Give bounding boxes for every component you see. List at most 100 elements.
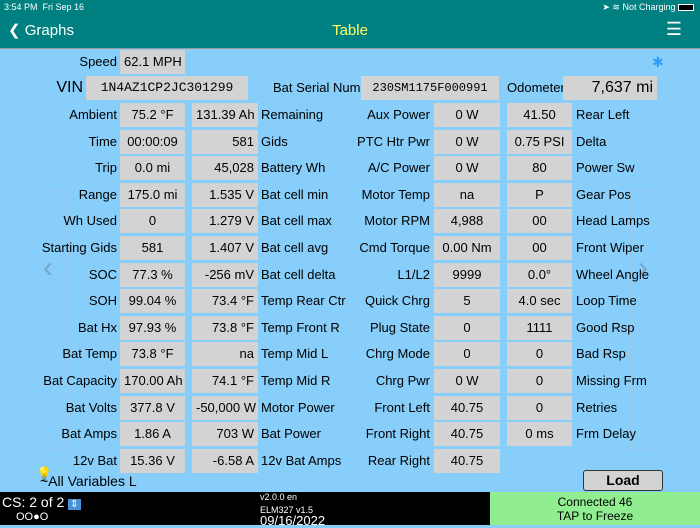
row-4-value-1: 175.0 mi: [120, 182, 185, 207]
cs-label: CS: 2 of 2: [2, 494, 65, 510]
row-1-label-2: Remaining: [261, 107, 324, 122]
row-3-label-1: Trip: [95, 160, 117, 176]
row-5-label-4: Head Lamps: [576, 213, 650, 229]
row-6-label-1: Starting Gids: [41, 240, 117, 255]
row-7-value-2: -256 mV: [192, 262, 258, 287]
row-1-label-3: Aux Power: [367, 107, 430, 122]
row-13-value-4: 0 ms: [507, 422, 572, 447]
nav-bar: ❮ Graphs Table ☰: [0, 14, 700, 48]
vin-value: 1N4AZ1CP2JC301299: [86, 76, 248, 100]
row-10-value-3: 0: [434, 342, 500, 367]
row-9-value-4: 1111: [507, 315, 572, 340]
status-date: Fri Sep 16: [42, 2, 85, 12]
row-3-label-3: A/C Power: [367, 160, 430, 176]
row-8-value-4: 4.0 sec: [507, 289, 572, 314]
status-time: 3:54 PM: [4, 2, 38, 12]
row-6-value-4: 00: [507, 236, 572, 260]
row-9-label-1: Bat Hx: [77, 319, 117, 335]
row-4-label-2: Bat cell min: [261, 186, 329, 202]
row-7-label-1: SOC: [88, 266, 117, 282]
row-5-label-1: Wh Used: [63, 213, 117, 229]
menu-icon[interactable]: ☰: [666, 19, 682, 40]
row-9-value-2: 73.8 °F: [192, 315, 258, 340]
row-10-label-1: Bat Temp: [62, 346, 117, 362]
cs-stepper[interactable]: CS: 2 of 2 ⇕: [2, 494, 81, 510]
row-5-label-2: Bat cell max: [261, 213, 332, 229]
row-12-value-4: 0: [507, 395, 572, 420]
row-9-label-4: Good Rsp: [576, 319, 635, 335]
serial-value: 230SM1175F000991: [361, 76, 499, 100]
row-1-value-1: 75.2 °F: [120, 103, 185, 127]
row-1-label-4: Rear Left: [576, 107, 630, 122]
row-8-label-1: SOH: [88, 293, 117, 309]
row-14-label-3: Rear Right: [367, 452, 430, 468]
row-9-value-3: 0: [434, 315, 500, 340]
row-14-value-2: -6.58 A: [192, 448, 258, 473]
row-4-value-3: na: [434, 182, 500, 207]
row-6-label-4: Front Wiper: [576, 240, 644, 255]
speed-label: Speed: [79, 54, 117, 69]
vin-label: VIN: [56, 79, 83, 96]
row-8-label-2: Temp Rear Ctr: [261, 293, 346, 309]
row-11-value-3: 0 W: [434, 369, 500, 393]
row-12-value-2: -50,000 W: [192, 395, 258, 420]
all-variables-label[interactable]: ~All Variables L: [40, 469, 137, 493]
row-5-value-1: 0: [120, 209, 185, 234]
row-12-value-3: 40.75: [434, 395, 500, 420]
row-1-value-2: 131.39 Ah: [192, 103, 258, 127]
serial-label: Bat Serial Num: [273, 80, 361, 95]
row-7-label-2: Bat cell delta: [261, 266, 336, 282]
updown-icon[interactable]: ⇕: [68, 499, 81, 510]
row-11-value-1: 170.00 Ah: [120, 369, 185, 393]
row-4-label-4: Gear Pos: [576, 186, 631, 202]
row-13-label-3: Front Right: [365, 426, 430, 442]
row-7-value-1: 77.3 %: [120, 262, 185, 287]
row-9-label-2: Temp Front R: [261, 319, 340, 335]
row-12-label-2: Motor Power: [261, 399, 335, 415]
row-6-label-3: Cmd Torque: [359, 240, 430, 255]
row-10-label-2: Temp Mid L: [261, 346, 329, 362]
row-13-label-4: Frm Delay: [576, 426, 636, 442]
speed-value: 62.1 MPH: [120, 50, 185, 74]
row-8-value-2: 73.4 °F: [192, 289, 258, 314]
row-4-label-3: Motor Temp: [361, 186, 430, 202]
odometer-label: Odometer: [507, 80, 565, 95]
connection-status-button[interactable]: Connected 46 TAP to Freeze: [490, 492, 700, 525]
row-2-value-2: 581: [192, 129, 258, 154]
row-11-label-4: Missing Frm: [576, 373, 647, 388]
row-11-label-1: Bat Capacity: [43, 373, 117, 388]
wifi-icon: ➤ ≋: [602, 2, 623, 12]
row-3-value-4: 80: [507, 156, 572, 181]
row-13-value-2: 703 W: [192, 422, 258, 447]
row-14-label-2: 12v Bat Amps: [261, 452, 342, 468]
status-bar: 3:54 PM Fri Sep 16 ➤ ≋ Not Charging: [0, 0, 700, 14]
row-13-label-1: Bat Amps: [61, 426, 117, 442]
row-2-label-2: Gids: [261, 133, 288, 149]
load-button[interactable]: Load: [583, 470, 663, 491]
row-2-label-3: PTC Htr Pwr: [357, 133, 430, 149]
row-10-label-4: Bad Rsp: [576, 346, 626, 362]
row-12-label-1: Bat Volts: [65, 399, 117, 415]
connected-label: Connected 46: [557, 495, 633, 509]
row-3-value-2: 45,028: [192, 156, 258, 181]
row-4-value-2: 1.535 V: [192, 182, 258, 207]
row-1-value-4: 41.50: [507, 103, 572, 127]
version-info: v2.0.0 en ELM327 v1.5 09/16/2022: [260, 493, 326, 528]
row-8-label-4: Loop Time: [576, 293, 637, 309]
bluetooth-star-icon[interactable]: ✱: [652, 50, 664, 74]
row-7-label-3: L1/L2: [397, 266, 430, 282]
row-11-label-3: Chrg Pwr: [375, 373, 430, 388]
row-2-label-4: Delta: [576, 133, 607, 149]
row-7-value-3: 9999: [434, 262, 500, 287]
battery-icon: [678, 4, 694, 12]
row-6-value-1: 581: [120, 236, 185, 260]
row-3-value-3: 0 W: [434, 156, 500, 181]
row-11-value-4: 0: [507, 369, 572, 393]
row-7-label-4: Wheel Angle: [576, 266, 649, 282]
row-2-value-1: 00:00:09: [120, 129, 185, 154]
build-date: 09/16/2022: [260, 513, 326, 528]
row-5-value-4: 00: [507, 209, 572, 234]
row-6-value-3: 0.00 Nm: [434, 236, 500, 260]
row-14-value-3: 40.75: [434, 448, 500, 473]
row-5-value-3: 4,988: [434, 209, 500, 234]
